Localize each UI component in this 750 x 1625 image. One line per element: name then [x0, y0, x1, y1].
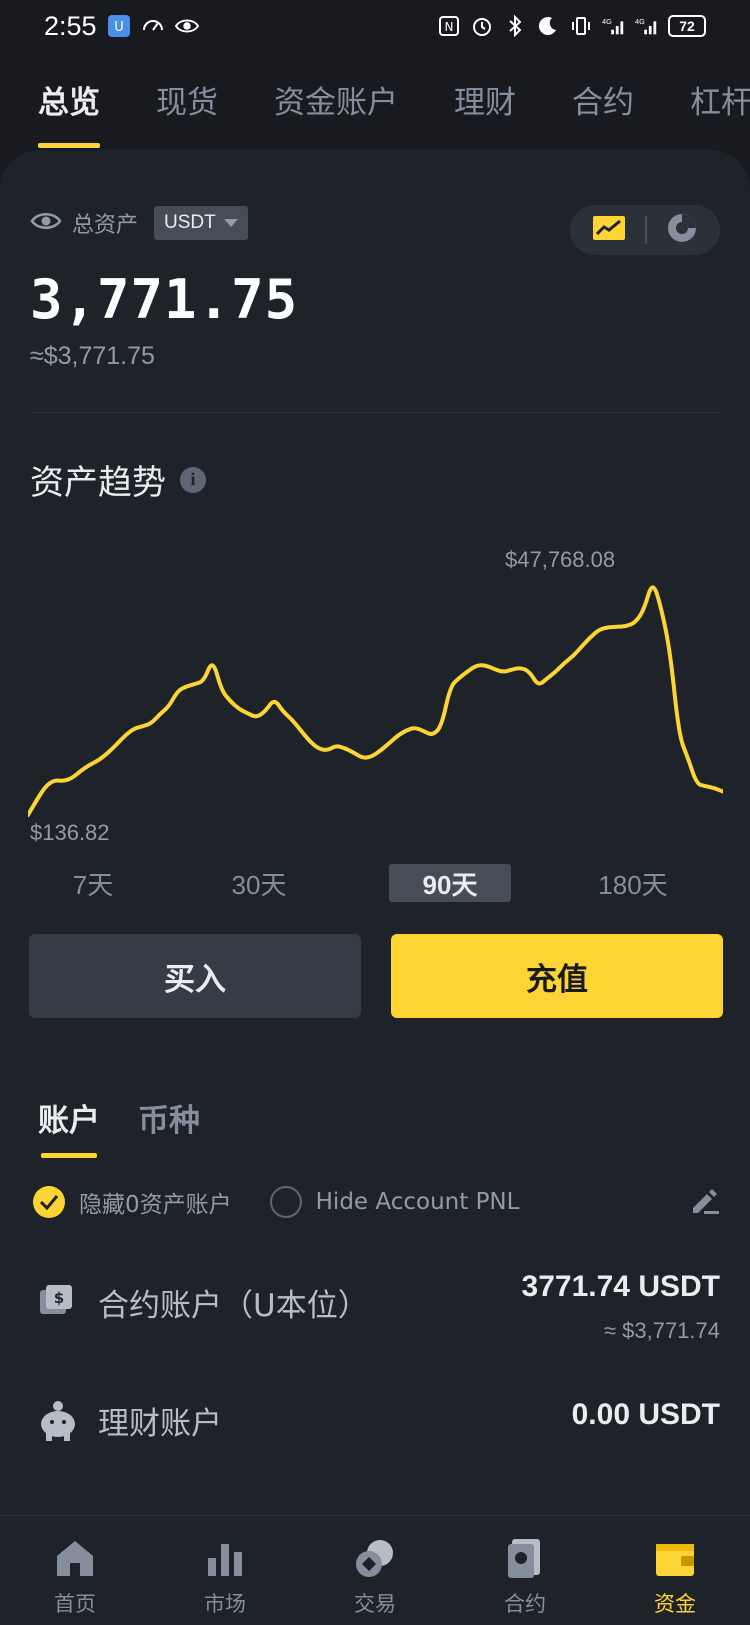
chevron-down-icon	[223, 219, 238, 227]
top-tab-bar: 总览 现货 资金账户 理财 合约 杠杆	[0, 72, 750, 156]
eye-status-icon	[174, 14, 199, 38]
total-assets-row: 总资产 USDT	[30, 206, 248, 240]
hide-zero-label: 隐藏0资产账户	[79, 1192, 232, 1218]
account-value: 0.00 USDT	[571, 1398, 720, 1431]
range-180d[interactable]: 180天	[578, 864, 688, 902]
tab-margin[interactable]: 杠杆	[690, 72, 750, 156]
nav-label: 首页	[54, 1592, 96, 1616]
balance-fiat: ≈$3,771.75	[30, 342, 155, 370]
edit-icon[interactable]	[689, 1186, 721, 1220]
signal-1-icon: 4G	[602, 14, 626, 38]
alarm-icon	[470, 14, 494, 38]
total-balance: 3,771.75	[30, 268, 299, 331]
account-subtabs: 账户 币种	[38, 1095, 200, 1158]
market-bars-icon	[208, 1544, 242, 1576]
account-value: 3771.74 USDT	[521, 1270, 720, 1303]
account-fiat-value: ≈ $3,771.74	[603, 1318, 720, 1343]
nav-home[interactable]: 首页	[0, 1516, 150, 1625]
range-90d[interactable]: 90天	[389, 864, 511, 902]
speed-gauge-icon	[141, 14, 165, 38]
svg-text:$: $	[54, 1289, 64, 1307]
tab-funding-account[interactable]: 资金账户	[274, 72, 398, 156]
status-time: 2:55	[44, 10, 97, 41]
tab-earn[interactable]: 理财	[454, 72, 516, 156]
hide-pnl-label: Hide Account PNL	[315, 1189, 520, 1215]
nav-label: 市场	[204, 1592, 246, 1616]
subtab-accounts[interactable]: 账户	[38, 1095, 100, 1158]
app-notification-icon: U	[107, 14, 131, 38]
nav-trade[interactable]: 交易	[300, 1516, 450, 1625]
nav-label: 合约	[504, 1592, 546, 1616]
currency-value: USDT	[164, 212, 216, 233]
futures-icon	[508, 1539, 540, 1578]
filters-row: 隐藏0资产账户 Hide Account PNL	[33, 1182, 723, 1222]
status-bar: 2:55 U N 4G 4G 72	[0, 0, 750, 52]
toggle-divider	[644, 216, 647, 244]
moon-icon	[536, 14, 560, 38]
checkmark-icon	[39, 1195, 59, 1210]
range-7d[interactable]: 7天	[48, 864, 138, 902]
nav-label: 交易	[354, 1592, 396, 1616]
battery-indicator: 72	[668, 15, 706, 37]
home-icon	[57, 1541, 93, 1576]
account-name: 理财账户	[98, 1406, 222, 1442]
svg-text:4G: 4G	[602, 17, 612, 26]
nfc-icon: N	[437, 14, 461, 38]
asset-trend-title: 资产趋势	[30, 463, 166, 503]
section-divider	[30, 412, 720, 413]
signal-2-icon: 4G	[635, 14, 659, 38]
futures-account-icon: $	[38, 1282, 74, 1322]
total-assets-label: 总资产	[72, 213, 139, 238]
hide-pnl-radio[interactable]	[269, 1186, 302, 1218]
bottom-nav: 首页 市场 交易 合约 资金	[0, 1515, 750, 1625]
deposit-button[interactable]: 充值	[391, 934, 723, 1018]
buy-button[interactable]: 买入	[29, 934, 361, 1018]
nav-funds[interactable]: 资金	[600, 1516, 750, 1625]
asset-trend-chart	[28, 585, 723, 817]
account-name: 合约账户（U本位）	[98, 1288, 369, 1324]
range-selector: 7天 30天 90天 180天	[30, 864, 720, 904]
bluetooth-icon	[503, 14, 527, 38]
svg-text:4G: 4G	[635, 17, 645, 26]
nav-market[interactable]: 市场	[150, 1516, 300, 1625]
vibrate-icon	[569, 14, 593, 38]
line-chart-view-icon[interactable]	[592, 215, 626, 245]
earn-piggy-icon	[38, 1398, 78, 1446]
currency-select[interactable]: USDT	[154, 206, 248, 240]
pie-chart-view-icon[interactable]	[666, 212, 698, 248]
trend-series-line	[28, 585, 723, 817]
info-icon[interactable]: i	[180, 466, 206, 493]
subtab-coins[interactable]: 币种	[138, 1095, 200, 1158]
svg-text:N: N	[445, 20, 454, 34]
account-row-futures[interactable]: $ 合约账户（U本位） 3771.74 USDT ≈ $3,771.74	[38, 1270, 720, 1350]
account-row-earn[interactable]: 理财账户 0.00 USDT	[38, 1398, 720, 1458]
svg-text:U: U	[114, 20, 124, 35]
nav-futures[interactable]: 合约	[450, 1516, 600, 1625]
asset-trend-header: 资产趋势 i	[30, 455, 206, 504]
range-30d[interactable]: 30天	[204, 864, 314, 902]
chart-min-label: $136.82	[30, 820, 110, 845]
eye-toggle-icon[interactable]	[30, 210, 62, 236]
tab-spot[interactable]: 现货	[156, 72, 218, 156]
wallet-icon	[656, 1544, 694, 1576]
nav-label: 资金	[654, 1592, 696, 1616]
hide-zero-checkbox[interactable]	[33, 1186, 65, 1218]
tab-overview[interactable]: 总览	[38, 72, 100, 156]
tab-futures[interactable]: 合约	[572, 72, 634, 156]
chart-view-toggle	[570, 205, 720, 255]
trade-coins-icon	[356, 1540, 393, 1577]
